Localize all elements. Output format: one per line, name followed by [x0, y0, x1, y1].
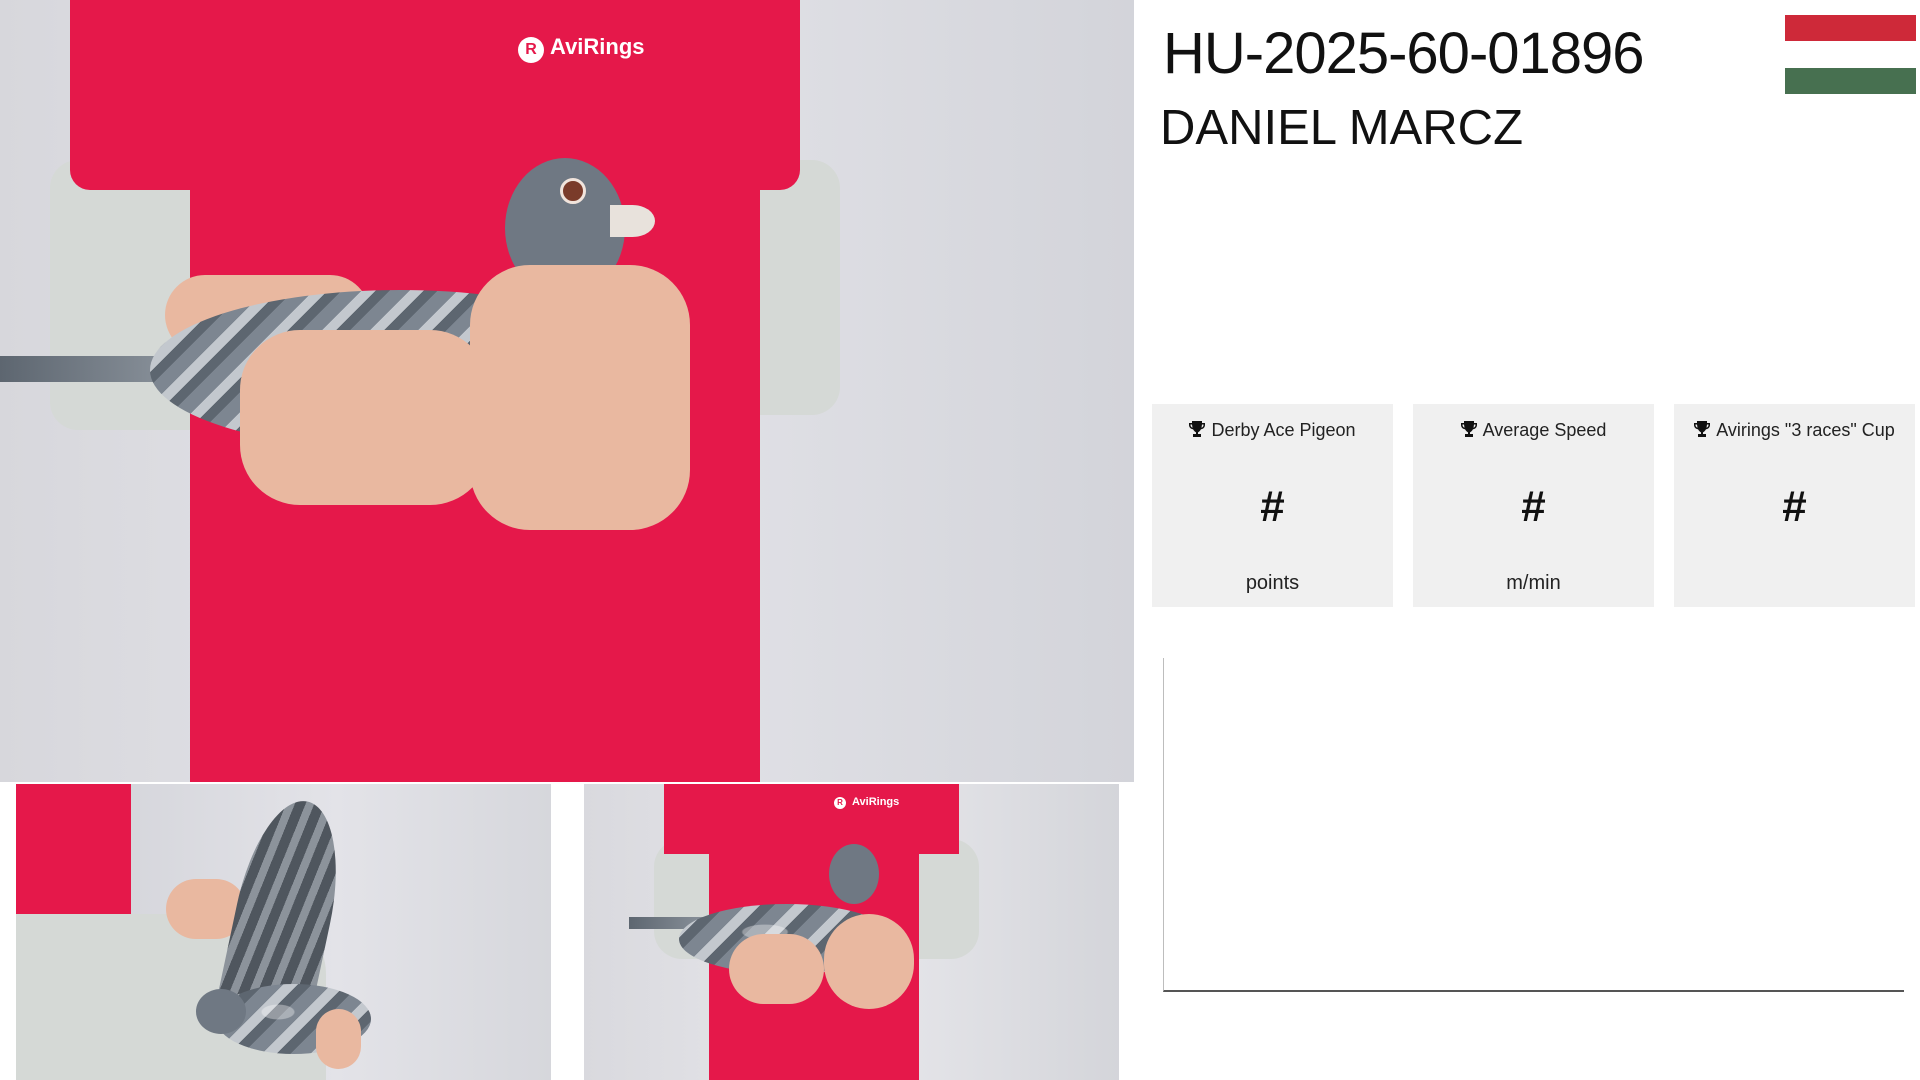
flag-stripe-white: [1785, 41, 1916, 68]
stat-card-3-races-cup: Avirings "3 races" Cup #: [1674, 404, 1915, 607]
trophy-icon: [1189, 421, 1206, 437]
wing-spread-photo: [16, 784, 551, 1080]
avirings-logo-small: R AviRings: [834, 796, 899, 809]
pigeon-head-small: [829, 844, 879, 904]
pigeon-head-wing: [196, 989, 246, 1034]
stat-unit: m/min: [1506, 572, 1561, 594]
flag-stripe-red: [1785, 15, 1916, 42]
stat-card-average-speed: Average Speed # m/min: [1413, 404, 1654, 607]
lower-hand: [316, 1009, 361, 1069]
stat-title: Average Speed: [1482, 420, 1607, 440]
hands-small-right: [824, 914, 914, 1009]
pigeon-eye: [560, 178, 586, 204]
stat-unit: points: [1245, 572, 1300, 594]
hands-small-left: [729, 934, 824, 1004]
stat-title: Derby Ace Pigeon: [1211, 420, 1356, 440]
stat-value: #: [1521, 482, 1546, 531]
cupped-hands-left: [240, 330, 490, 505]
stat-card-derby-ace: Derby Ace Pigeon # points: [1152, 404, 1393, 607]
stat-value: #: [1260, 482, 1285, 531]
stat-title: Avirings "3 races" Cup: [1716, 420, 1895, 440]
trophy-icon: [1460, 421, 1477, 437]
hungary-flag-icon: [1785, 15, 1916, 94]
stat-value: #: [1782, 482, 1807, 531]
pigeon-beak: [610, 205, 655, 237]
owner-name: DANIEL MARCZ: [1160, 101, 1524, 155]
main-pigeon-photo: R AviRings: [0, 0, 1134, 782]
trophy-icon: [1694, 421, 1711, 437]
front-pigeon-photo: R AviRings: [584, 784, 1119, 1080]
cupped-hands-right: [470, 265, 690, 530]
results-panel: [1163, 658, 1904, 992]
ring-number: HU-2025-60-01896: [1163, 21, 1645, 86]
flag-stripe-green: [1785, 67, 1916, 94]
shirt-upper: [70, 0, 800, 190]
avirings-logo: R AviRings: [518, 34, 645, 63]
